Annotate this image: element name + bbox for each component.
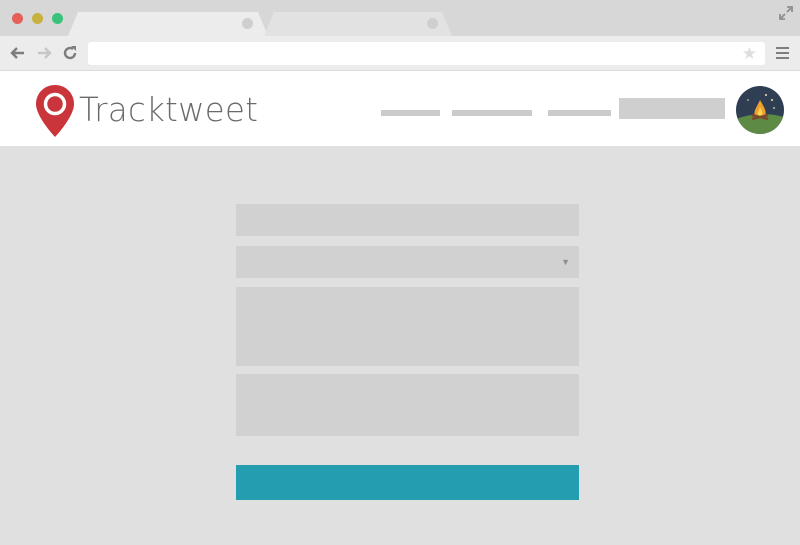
- nav-item-3[interactable]: [548, 110, 611, 116]
- tab-shape: [264, 12, 452, 36]
- nav-item-1[interactable]: [381, 110, 440, 116]
- window-minimize-button[interactable]: [32, 13, 43, 24]
- browser-titlebar: [0, 0, 800, 36]
- expand-icon[interactable]: [779, 6, 793, 20]
- map-pin-logo-icon[interactable]: [35, 84, 75, 138]
- textarea-field[interactable]: [236, 287, 579, 366]
- submit-button[interactable]: [236, 465, 579, 500]
- back-arrow-icon[interactable]: [9, 45, 25, 61]
- brand-name[interactable]: Tracktweet: [79, 90, 258, 129]
- text-input[interactable]: [236, 204, 579, 236]
- select-dropdown[interactable]: ▼: [236, 246, 579, 278]
- window-close-button[interactable]: [12, 13, 23, 24]
- textarea-field-secondary[interactable]: [236, 374, 579, 436]
- chevron-down-icon: ▼: [561, 257, 570, 267]
- window-maximize-button[interactable]: [52, 13, 63, 24]
- address-bar[interactable]: ★: [88, 42, 765, 65]
- tab-close-icon[interactable]: [427, 18, 438, 29]
- avatar[interactable]: [736, 86, 784, 134]
- tab-inactive[interactable]: [264, 12, 454, 36]
- reload-icon[interactable]: [62, 45, 78, 61]
- tab-active[interactable]: [68, 12, 272, 36]
- forward-arrow-icon[interactable]: [37, 45, 53, 61]
- browser-toolbar: ★: [0, 36, 800, 71]
- star-icon[interactable]: ★: [742, 43, 757, 64]
- nav-item-2[interactable]: [452, 110, 532, 116]
- campfire-icon: [736, 86, 784, 134]
- site-header: Tracktweet: [0, 71, 800, 146]
- nav-cta-button[interactable]: [619, 98, 725, 119]
- menu-icon[interactable]: [776, 47, 789, 60]
- tab-close-icon[interactable]: [242, 18, 253, 29]
